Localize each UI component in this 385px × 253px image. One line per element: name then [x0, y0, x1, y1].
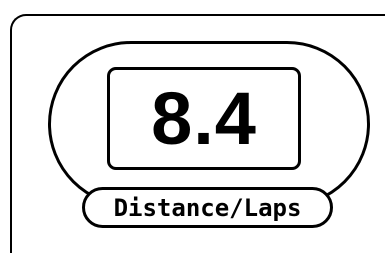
readout-label-badge[interactable]: Distance/Laps: [82, 187, 333, 228]
display-screen: 8.4 Distance/Laps: [0, 0, 385, 253]
readout-label: Distance/Laps: [113, 193, 302, 222]
readout-value: 8.4: [151, 76, 257, 160]
readout-value-box: 8.4: [107, 67, 301, 170]
